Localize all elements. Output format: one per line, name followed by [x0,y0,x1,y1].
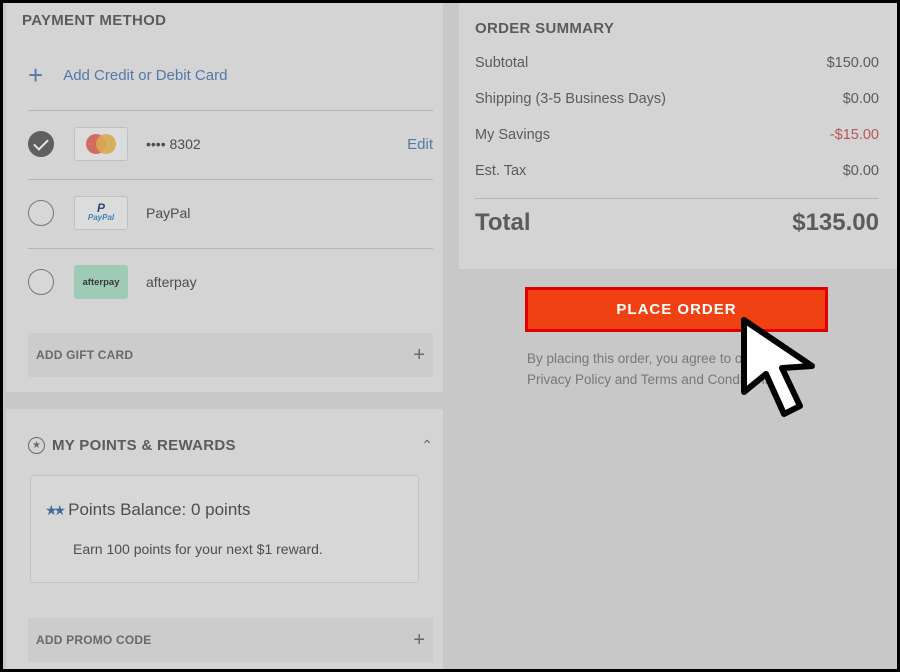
payment-row-afterpay[interactable]: afterpay afterpay [28,248,433,316]
subtotal-row: Subtotal $150.00 [475,55,879,71]
add-card-link[interactable]: + Add Credit or Debit Card [28,62,227,88]
payment-method-panel: PAYMENT METHOD + Add Credit or Debit Car… [6,0,443,392]
payment-row-mastercard[interactable]: •••• 8302 Edit [28,110,433,178]
shipping-row: Shipping (3-5 Business Days) $0.00 [475,91,879,107]
savings-row: My Savings -$15.00 [475,127,879,143]
tax-label: Est. Tax [475,163,527,179]
gift-card-label: ADD GIFT CARD [36,348,134,362]
payment-method-title: PAYMENT METHOD [22,12,167,29]
promo-code-label: ADD PROMO CODE [36,633,152,647]
savings-value: -$15.00 [829,127,879,143]
points-rewards-header[interactable]: ★ MY POINTS & REWARDS ⌃ [28,437,433,454]
paypal-logo-icon: P PayPal [74,196,128,230]
order-summary-panel: ORDER SUMMARY Subtotal $150.00 Shipping … [459,0,897,269]
total-row: Total $135.00 [475,209,879,237]
chevron-up-icon[interactable]: ⌃ [421,437,433,454]
points-rewards-title: MY POINTS & REWARDS [52,437,236,454]
subtotal-value: $150.00 [826,55,879,71]
plus-icon: + [413,344,425,366]
stars-icon: ★★ [45,501,66,518]
total-value: $135.00 [792,209,879,236]
tax-row: Est. Tax $0.00 [475,163,879,179]
afterpay-label: afterpay [146,274,197,290]
points-earn-text: Earn 100 points for your next $1 reward. [73,541,323,557]
radio-afterpay[interactable] [28,269,54,295]
savings-label: My Savings [475,127,550,143]
edit-card-link[interactable]: Edit [407,136,433,153]
points-balance-row: ★★ Points Balance: 0 points [45,500,251,520]
points-card: ★★ Points Balance: 0 points Earn 100 poi… [30,475,419,583]
radio-mastercard[interactable] [28,131,54,157]
plus-icon: + [28,60,44,90]
add-card-label: Add Credit or Debit Card [63,66,228,84]
divider [475,198,879,199]
subtotal-label: Subtotal [475,55,529,71]
add-promo-code-button[interactable]: ADD PROMO CODE + [28,618,433,662]
points-balance: Points Balance: 0 points [68,500,251,519]
radio-paypal[interactable] [28,200,54,226]
tax-value: $0.00 [842,163,879,179]
pointer-cursor-icon [741,317,815,417]
paypal-label: PayPal [146,205,191,221]
points-rewards-panel: ★ MY POINTS & REWARDS ⌃ ★★ Points Balanc… [6,409,443,672]
star-badge-icon: ★ [28,437,45,454]
plus-icon: + [413,629,425,651]
payment-row-paypal[interactable]: P PayPal PayPal [28,179,433,247]
total-label: Total [475,209,531,236]
card-number-label: •••• 8302 [146,136,201,152]
shipping-value: $0.00 [842,91,879,107]
add-gift-card-button[interactable]: ADD GIFT CARD + [28,333,433,377]
mastercard-logo-icon [74,127,128,161]
order-summary-title: ORDER SUMMARY [475,20,615,37]
afterpay-logo-icon: afterpay [74,265,128,299]
shipping-label: Shipping (3-5 Business Days) [475,91,667,107]
